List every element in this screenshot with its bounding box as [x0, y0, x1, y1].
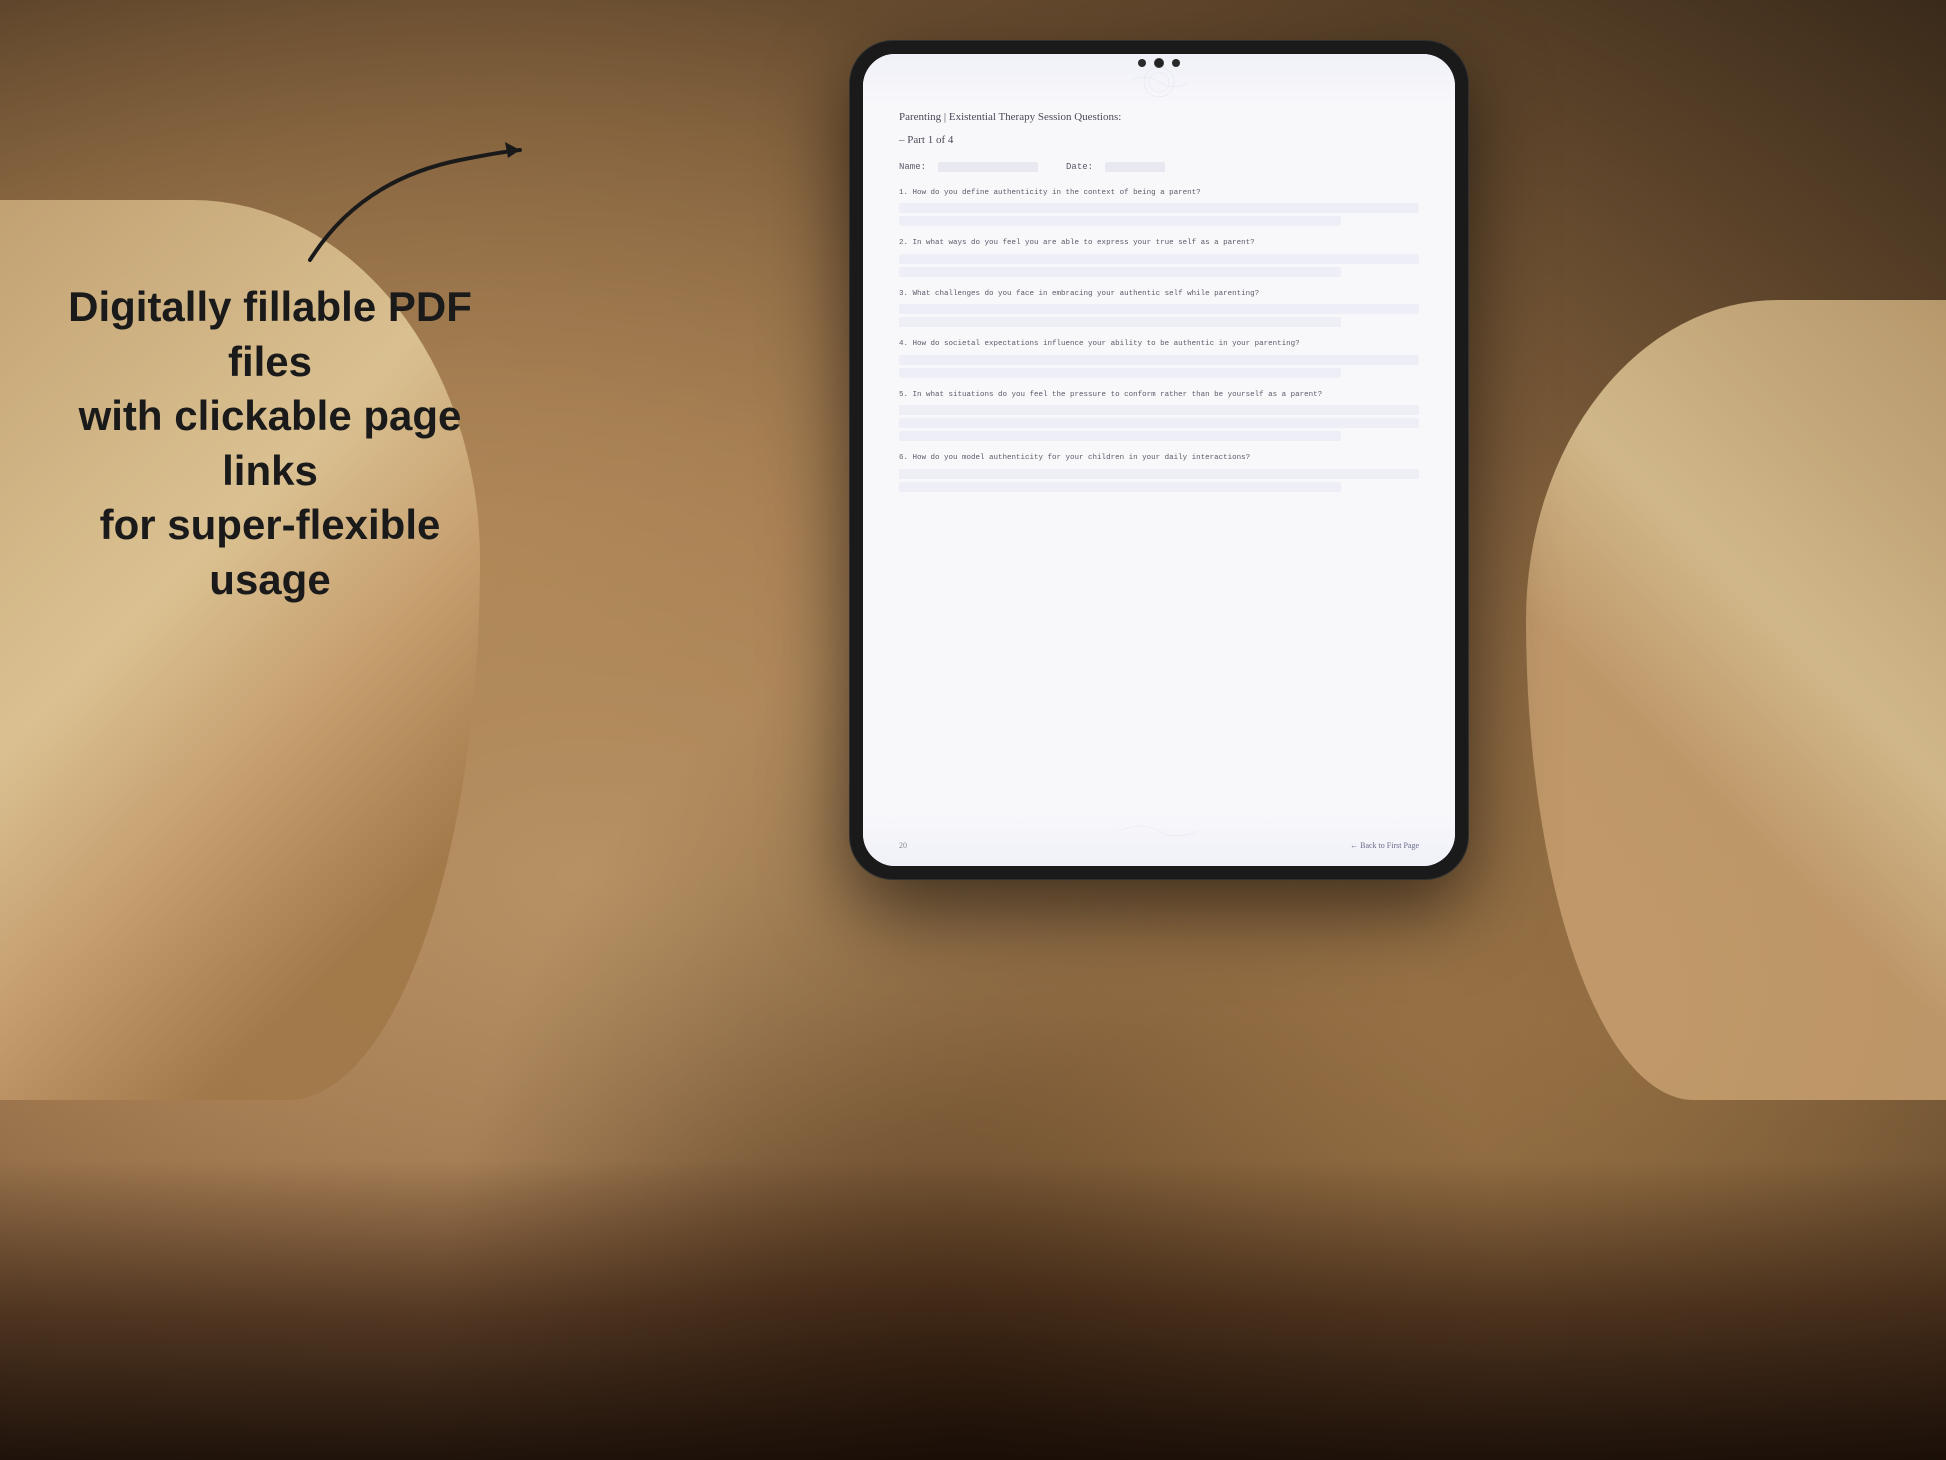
question-text-4: 4. How do societal expectations influenc…: [899, 339, 1419, 350]
question-text-1: 1. How do you define authenticity in the…: [899, 188, 1419, 199]
pdf-content: Parenting | Existential Therapy Session …: [863, 109, 1455, 492]
question-block-3: 3. What challenges do you face in embrac…: [899, 289, 1419, 328]
left-promo-text: Digitally fillable PDF files with clicka…: [60, 280, 480, 608]
name-field[interactable]: [938, 162, 1038, 172]
answer-line-1b[interactable]: [899, 216, 1341, 226]
promo-line-1: Digitally fillable PDF files: [68, 283, 472, 385]
pdf-back-link[interactable]: ← Back to First Page: [1350, 841, 1419, 850]
pdf-page-number: 20: [899, 841, 907, 850]
answer-line-3b[interactable]: [899, 317, 1341, 327]
answer-line-5a[interactable]: [899, 405, 1419, 415]
tablet-screen: Parenting | Existential Therapy Session …: [863, 54, 1455, 866]
camera-dot-right: [1172, 59, 1180, 67]
answer-line-2b[interactable]: [899, 267, 1341, 277]
camera-dot-left: [1138, 59, 1146, 67]
date-field[interactable]: [1105, 162, 1165, 172]
pdf-title: Parenting | Existential Therapy Session …: [899, 109, 1419, 126]
name-label: Name:: [899, 162, 926, 172]
question-block-6: 6. How do you model authenticity for you…: [899, 453, 1419, 492]
hand-right: [1526, 300, 1946, 1100]
decorative-bottom: [863, 811, 1455, 866]
pdf-footer: 20 ← Back to First Page: [899, 841, 1419, 850]
answer-line-6b[interactable]: [899, 482, 1341, 492]
answer-line-3a[interactable]: [899, 304, 1419, 314]
date-label: Date:: [1066, 162, 1093, 172]
answer-line-5c[interactable]: [899, 431, 1341, 441]
question-block-4: 4. How do societal expectations influenc…: [899, 339, 1419, 378]
dark-bottom-overlay: [0, 1160, 1946, 1460]
camera-dot-main: [1154, 58, 1164, 68]
question-block-5: 5. In what situations do you feel the pr…: [899, 390, 1419, 442]
promo-text-content: Digitally fillable PDF files with clicka…: [60, 280, 480, 608]
arrow-container: [280, 120, 540, 285]
answer-line-1a[interactable]: [899, 203, 1419, 213]
promo-line-3: for super-flexible usage: [100, 501, 441, 603]
pdf-name-date-row: Name: Date:: [899, 162, 1419, 172]
answer-line-2a[interactable]: [899, 254, 1419, 264]
tablet-device: Parenting | Existential Therapy Session …: [849, 40, 1469, 880]
question-text-2: 2. In what ways do you feel you are able…: [899, 238, 1419, 249]
question-text-6: 6. How do you model authenticity for you…: [899, 453, 1419, 464]
pdf-subtitle: – Part 1 of 4: [899, 134, 1419, 146]
question-block-2: 2. In what ways do you feel you are able…: [899, 238, 1419, 277]
answer-line-4b[interactable]: [899, 368, 1341, 378]
answer-line-6a[interactable]: [899, 469, 1419, 479]
tablet-wrapper: Parenting | Existential Therapy Session …: [849, 40, 1469, 880]
curved-arrow-icon: [280, 120, 540, 280]
question-text-3: 3. What challenges do you face in embrac…: [899, 289, 1419, 300]
tablet-camera-bar: [1138, 58, 1180, 68]
question-block-1: 1. How do you define authenticity in the…: [899, 188, 1419, 227]
answer-line-5b[interactable]: [899, 418, 1419, 428]
answer-line-4a[interactable]: [899, 355, 1419, 365]
question-text-5: 5. In what situations do you feel the pr…: [899, 390, 1419, 401]
promo-line-2: with clickable page links: [79, 392, 462, 494]
